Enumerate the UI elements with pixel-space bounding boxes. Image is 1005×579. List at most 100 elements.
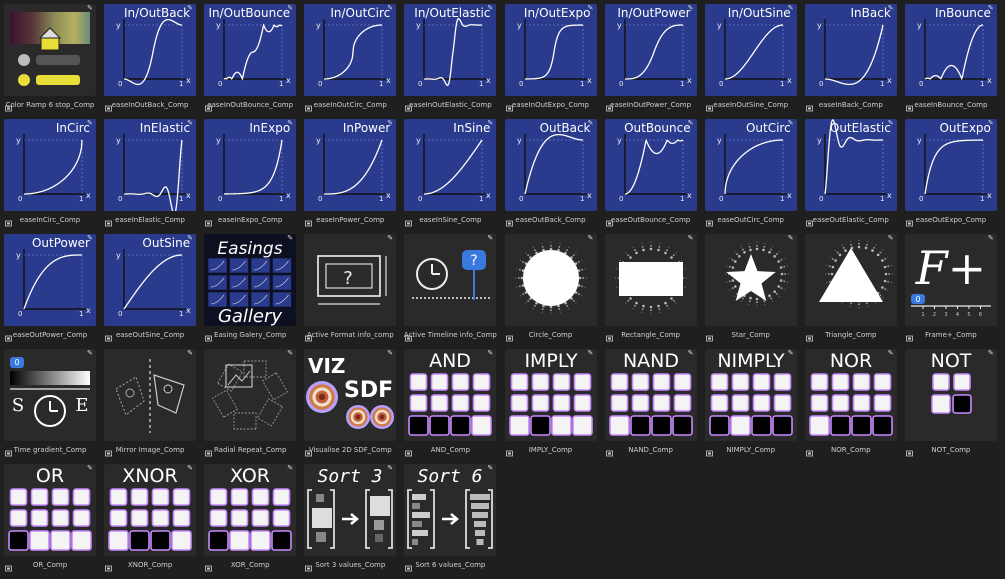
composition-tile[interactable]: ✎ Circle_Comp [504, 234, 597, 343]
edit-icon[interactable]: ✎ [387, 120, 394, 127]
composition-thumbnail[interactable]: Easings Gallery [204, 234, 297, 326]
composition-label[interactable]: easeOutBack_Comp [499, 213, 603, 227]
composition-label[interactable]: Rectangle_Comp [599, 328, 703, 342]
edit-icon[interactable]: ✎ [487, 465, 494, 472]
composition-thumbnail[interactable]: OutElastic 0 1 y x [804, 119, 897, 211]
edit-icon[interactable]: ✎ [387, 350, 394, 357]
composition-tile[interactable]: In/OutSine 0 1 y x ✎ easeInOutSine_Comp [704, 4, 797, 113]
composition-label[interactable]: IMPLY_Comp [499, 443, 603, 457]
edit-icon[interactable]: ✎ [888, 350, 895, 357]
composition-thumbnail[interactable]: InBack 0 1 y x [804, 4, 897, 96]
composition-tile[interactable]: NIMPLY ✎ NIMPLY_Comp [704, 349, 797, 458]
composition-thumbnail[interactable]: OutPower 0 1 y x [4, 234, 96, 326]
composition-tile[interactable]: In/OutPower 0 1 y x ✎ easeInOutPower_Comp [604, 4, 697, 113]
composition-tile[interactable]: InCirc 0 1 y x ✎ easeInCirc_Comp [4, 119, 96, 228]
composition-thumbnail[interactable] [504, 234, 597, 326]
edit-icon[interactable]: ✎ [87, 120, 94, 127]
composition-tile[interactable]: Easings Gallery ✎ Easing Galery_Comp [204, 234, 297, 343]
composition-thumbnail[interactable]: In/OutCirc 0 1 y x [304, 4, 397, 96]
composition-tile[interactable]: In/OutExpo 0 1 y x ✎ easeInOutExpo_Comp [504, 4, 597, 113]
composition-label[interactable]: Color Ramp 6 stop_Comp [0, 98, 102, 112]
composition-label[interactable]: Radial Repeat_Comp [198, 443, 302, 457]
edit-icon[interactable]: ✎ [588, 120, 595, 127]
composition-tile[interactable]: ✎ Color Ramp 6 stop_Comp [4, 4, 96, 113]
composition-thumbnail[interactable]: InCirc 0 1 y x [4, 119, 96, 211]
edit-icon[interactable]: ✎ [988, 120, 995, 127]
composition-tile[interactable]: VIZ SDF ✎ Visualise 2D SDF_Comp [304, 349, 397, 458]
composition-tile[interactable]: ? ✎ Active Timeline info_Comp [404, 234, 497, 343]
edit-icon[interactable]: ✎ [588, 235, 595, 242]
composition-thumbnail[interactable]: In/OutBounce 0 1 y x [204, 4, 297, 96]
composition-label[interactable]: Visualise 2D SDF_Comp [298, 443, 402, 457]
composition-thumbnail[interactable]: IMPLY [504, 349, 597, 441]
composition-tile[interactable]: ✎ Star_Comp [704, 234, 797, 343]
composition-label[interactable]: easeOutCirc_Comp [699, 213, 803, 227]
composition-tile[interactable]: Sort 6 ✎ Sort 6 values_Comp [404, 464, 497, 573]
composition-label[interactable]: easeInCirc_Comp [0, 213, 102, 227]
composition-label[interactable]: easeInSine_Comp [398, 213, 502, 227]
composition-thumbnail[interactable]: AND [404, 349, 497, 441]
composition-thumbnail[interactable]: InBounce 0 1 y x [904, 4, 997, 96]
composition-label[interactable]: easeInOutExpo_Comp [499, 98, 603, 112]
composition-thumbnail[interactable] [204, 349, 297, 441]
composition-label[interactable]: Sort 6 values_Comp [398, 558, 502, 572]
edit-icon[interactable]: ✎ [387, 5, 394, 12]
composition-tile[interactable]: InBounce 0 1 y x ✎ easeInBounce_Comp [904, 4, 997, 113]
composition-label[interactable]: easeInBack_Comp [799, 98, 903, 112]
edit-icon[interactable]: ✎ [688, 350, 695, 357]
composition-tile[interactable]: InExpo 0 1 y x ✎ easeInExpo_Comp [204, 119, 297, 228]
composition-label[interactable]: Active Timeline info_Comp [398, 328, 502, 342]
edit-icon[interactable]: ✎ [87, 350, 94, 357]
composition-tile[interactable]: NOR ✎ NOR_Comp [804, 349, 897, 458]
edit-icon[interactable]: ✎ [988, 235, 995, 242]
composition-tile[interactable]: In/OutElastic 0 1 y x ✎ easeInOutElastic_Comp [404, 4, 497, 113]
composition-tile[interactable]: AND ✎ AND_Comp [404, 349, 497, 458]
composition-thumbnail[interactable]: ? [404, 234, 497, 326]
composition-tile[interactable]: ✎ Mirror Image_Comp [104, 349, 197, 458]
edit-icon[interactable]: ✎ [988, 5, 995, 12]
composition-thumbnail[interactable]: Sort 6 [404, 464, 497, 556]
composition-thumbnail[interactable]: NAND [604, 349, 697, 441]
composition-thumbnail[interactable] [604, 234, 697, 326]
composition-label[interactable]: XNOR_Comp [98, 558, 202, 572]
composition-label[interactable]: easeInOutElastic_Comp [398, 98, 502, 112]
edit-icon[interactable]: ✎ [187, 350, 194, 357]
composition-tile[interactable]: InBack 0 1 y x ✎ easeInBack_Comp [804, 4, 897, 113]
composition-label[interactable]: easeOutBounce_Comp [599, 213, 703, 227]
composition-tile[interactable]: OutCirc 0 1 y x ✎ easeOutCirc_Comp [704, 119, 797, 228]
composition-label[interactable]: easeOutSine_Comp [98, 328, 202, 342]
composition-thumbnail[interactable]: In/OutSine 0 1 y x [704, 4, 797, 96]
composition-label[interactable]: easeInBounce_Comp [899, 98, 1003, 112]
composition-tile[interactable]: OutPower 0 1 y x ✎ easeOutPower_Comp [4, 234, 96, 343]
composition-thumbnail[interactable]: InExpo 0 1 y x [204, 119, 297, 211]
edit-icon[interactable]: ✎ [287, 350, 294, 357]
edit-icon[interactable]: ✎ [788, 5, 795, 12]
edit-icon[interactable]: ✎ [788, 350, 795, 357]
edit-icon[interactable]: ✎ [487, 5, 494, 12]
composition-thumbnail[interactable] [804, 234, 897, 326]
edit-icon[interactable]: ✎ [287, 5, 294, 12]
edit-icon[interactable]: ✎ [487, 120, 494, 127]
composition-label[interactable]: Star_Comp [699, 328, 803, 342]
edit-icon[interactable]: ✎ [888, 235, 895, 242]
composition-tile[interactable]: NOT ✎ NOT_Comp [904, 349, 997, 458]
composition-thumbnail[interactable]: VIZ SDF [304, 349, 397, 441]
composition-tile[interactable]: ? ✎ Active Format info_comp [304, 234, 397, 343]
composition-thumbnail[interactable]: XNOR [104, 464, 197, 556]
composition-thumbnail[interactable]: NOT [904, 349, 997, 441]
composition-thumbnail[interactable] [704, 234, 797, 326]
composition-thumbnail[interactable] [4, 4, 96, 96]
composition-tile[interactable]: 0 S E ✎ Time gradient_Comp [4, 349, 96, 458]
composition-thumbnail[interactable] [104, 349, 197, 441]
edit-icon[interactable]: ✎ [387, 465, 394, 472]
composition-label[interactable]: NAND_Comp [599, 443, 703, 457]
composition-label[interactable]: NIMPLY_Comp [699, 443, 803, 457]
composition-label[interactable]: easeInOutBack_Comp [98, 98, 202, 112]
edit-icon[interactable]: ✎ [788, 235, 795, 242]
composition-label[interactable]: Time gradient_Comp [0, 443, 102, 457]
composition-label[interactable]: easeInPower_Comp [298, 213, 402, 227]
composition-thumbnail[interactable]: In/OutBack 0 1 y x [104, 4, 197, 96]
composition-thumbnail[interactable]: OutBack 0 1 y x [504, 119, 597, 211]
composition-thumbnail[interactable]: NIMPLY [704, 349, 797, 441]
composition-thumbnail[interactable]: 0 S E [4, 349, 96, 441]
